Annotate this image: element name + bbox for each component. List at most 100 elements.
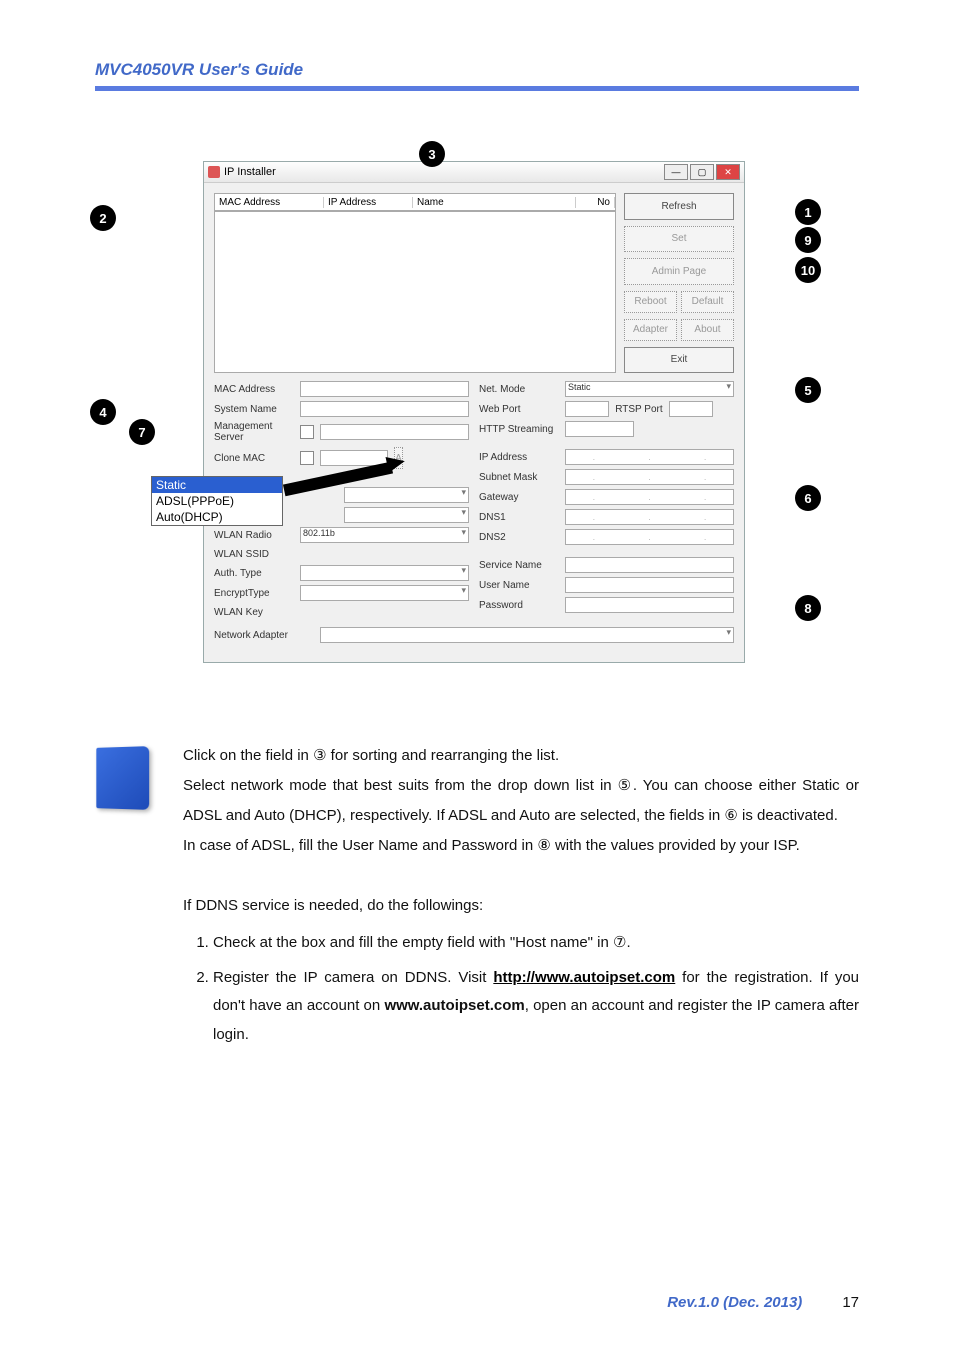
dropdown-opt-auto[interactable]: Auto(DHCP) [152, 509, 282, 525]
screenshot-figure: 1 2 3 4 5 6 7 8 9 10 IP Installer — ▢ ✕ [95, 141, 835, 681]
mgmt-field[interactable] [320, 424, 469, 440]
label-rtsp: RTSP Port [615, 404, 662, 415]
device-list[interactable] [214, 211, 616, 373]
window-controls: — ▢ ✕ [664, 164, 740, 180]
refresh-button[interactable]: Refresh [624, 193, 734, 220]
label-httpstream: HTTP Streaming [479, 424, 559, 435]
gateway-field[interactable]: ... [565, 489, 734, 505]
ip-installer-window: IP Installer — ▢ ✕ MAC Address IP Addres… [203, 161, 745, 663]
callout-4: 4 [90, 399, 116, 425]
mgmt-checkbox[interactable] [300, 425, 314, 439]
webport-field[interactable] [565, 401, 609, 417]
callout-10: 10 [795, 257, 821, 283]
netmode-value: Static [566, 382, 591, 392]
password-field[interactable] [565, 597, 734, 613]
about-button[interactable]: About [681, 319, 734, 341]
list-header[interactable]: MAC Address IP Address Name No [214, 193, 616, 211]
col-ip[interactable]: IP Address [324, 197, 413, 208]
subnet-field[interactable]: ... [565, 469, 734, 485]
label-dns1: DNS1 [479, 512, 559, 523]
ipaddr-field[interactable]: ... [565, 449, 734, 465]
instr-step1: Check at the box and fill the empty fiel… [213, 929, 859, 958]
label-gateway: Gateway [479, 492, 559, 503]
callout-1: 1 [795, 199, 821, 225]
exit-button[interactable]: Exit [624, 347, 734, 374]
adapter-button[interactable]: Adapter [624, 319, 677, 341]
callout-2: 2 [90, 205, 116, 231]
instr-p4: If DDNS service is needed, do the follow… [183, 891, 859, 921]
callout-7: 7 [129, 419, 155, 445]
rtsp-field[interactable] [669, 401, 713, 417]
label-ipaddr: IP Address [479, 452, 559, 463]
label-clonemac: Clone MAC [214, 453, 294, 464]
label-authtype: Auth. Type [214, 568, 294, 579]
revision-text: Rev.1.0 (Dec. 2013) [667, 1294, 802, 1311]
username-field[interactable] [565, 577, 734, 593]
netmode-select2[interactable] [344, 507, 470, 523]
instr-step2: Register the IP camera on DDNS. Visit ht… [213, 964, 859, 1050]
callout-9: 9 [795, 227, 821, 253]
label-password: Password [479, 600, 559, 611]
wlanradio-select[interactable]: 802.11b [300, 527, 469, 543]
instr-p2: Select network mode that best suits from… [183, 771, 859, 831]
admin-page-button[interactable]: Admin Page [624, 258, 734, 285]
default-button[interactable]: Default [681, 291, 734, 313]
wlankey-field[interactable] [300, 605, 469, 619]
maximize-button[interactable]: ▢ [690, 164, 714, 180]
label-mac: MAC Address [214, 384, 294, 395]
autoipset-link[interactable]: http://www.autoipset.com [493, 969, 675, 986]
step2bold: www.autoipset.com [384, 997, 524, 1014]
label-sysname: System Name [214, 404, 294, 415]
label-wlanradio: WLAN Radio [214, 530, 294, 541]
instruction-text: Click on the field in ③ for sorting and … [183, 741, 859, 1055]
netmode-select[interactable] [344, 487, 470, 503]
step2a: Register the IP camera on DDNS. Visit [213, 969, 493, 986]
window-title: IP Installer [224, 166, 276, 178]
header-rule [95, 86, 859, 91]
callout-8: 8 [795, 595, 821, 621]
instr-p1: Click on the field in ③ for sorting and … [183, 741, 859, 771]
titlebar: IP Installer — ▢ ✕ [204, 162, 744, 183]
authtype-select[interactable] [300, 565, 469, 581]
mac-field[interactable] [300, 381, 469, 397]
callout-6: 6 [795, 485, 821, 511]
encrypt-select[interactable] [300, 585, 469, 601]
label-wlanssid: WLAN SSID [214, 549, 294, 560]
label-wlankey: WLAN Key [214, 607, 294, 618]
httpstream-field[interactable] [565, 421, 634, 437]
instr-p3: In case of ADSL, fill the User Name and … [183, 831, 859, 861]
clonemac-checkbox[interactable] [300, 451, 314, 465]
dns2-field[interactable]: ... [565, 529, 734, 545]
label-svcname: Service Name [479, 560, 559, 571]
netadapter-select[interactable] [320, 627, 734, 643]
note-book-icon [95, 747, 153, 1055]
close-button[interactable]: ✕ [716, 164, 740, 180]
callout-5: 5 [795, 377, 821, 403]
dropdown-opt-static[interactable]: Static [152, 477, 282, 493]
col-no[interactable]: No [576, 197, 615, 208]
label-netadapter: Network Adapter [214, 630, 314, 641]
label-encrypt: EncryptType [214, 588, 294, 599]
label-dns2: DNS2 [479, 532, 559, 543]
app-icon [208, 166, 220, 178]
label-mgmt: Management Server [214, 421, 294, 443]
label-netmode: Net. Mode [479, 384, 559, 395]
page-header-title: MVC4050VR User's Guide [95, 60, 859, 80]
svcname-field[interactable] [565, 557, 734, 573]
wlanssid-field[interactable] [300, 547, 469, 561]
col-mac[interactable]: MAC Address [215, 197, 324, 208]
reboot-button[interactable]: Reboot [624, 291, 677, 313]
dns1-field[interactable]: ... [565, 509, 734, 525]
dropdown-opt-adsl[interactable]: ADSL(PPPoE) [152, 493, 282, 509]
label-username: User Name [479, 580, 559, 591]
wlanradio-value: 802.11b [301, 528, 335, 538]
label-subnet: Subnet Mask [479, 472, 559, 483]
netmode-dropdown-list: Static ADSL(PPPoE) Auto(DHCP) [151, 476, 283, 526]
netmode-sel-r[interactable]: Static [565, 381, 734, 397]
label-webport: Web Port [479, 404, 559, 415]
set-button[interactable]: Set [624, 226, 734, 253]
sysname-field[interactable] [300, 401, 469, 417]
callout-3: 3 [419, 141, 445, 167]
col-name[interactable]: Name [413, 197, 576, 208]
minimize-button[interactable]: — [664, 164, 688, 180]
